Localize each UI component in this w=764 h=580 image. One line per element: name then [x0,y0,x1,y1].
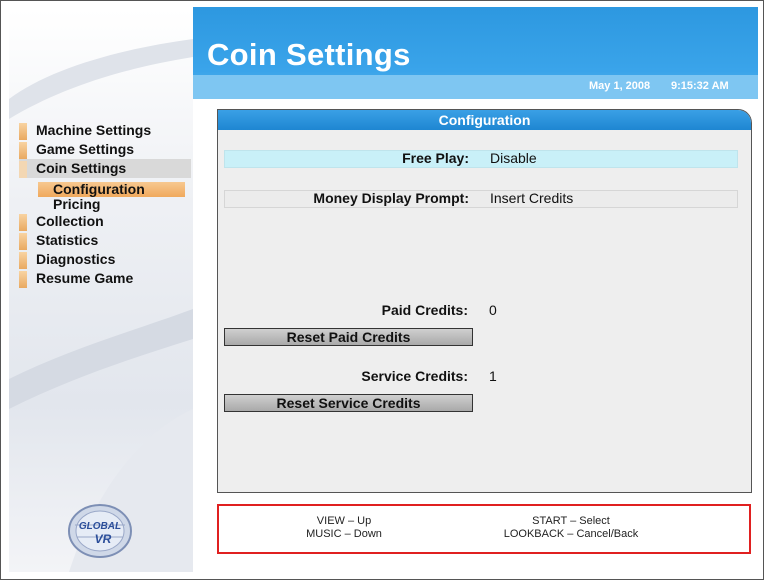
decorative-swoosh [9,39,193,572]
sidebar-item-collection[interactable]: Collection [19,212,191,231]
sidebar-item-resume-game[interactable]: Resume Game [19,269,191,288]
paid-credits-label: Paid Credits: [381,302,468,318]
sidebar-item-label: Game Settings [36,141,135,157]
global-vr-logo: GLOBAL VR [68,504,132,558]
nav-tab-marker [19,214,27,231]
date-bar: May 1, 2008 9:15:32 AM [193,75,758,99]
date-label: May 1, 2008 [589,80,651,92]
help-lookback-cancel: LOOKBACK – Cancel/Back [503,528,639,540]
sidebar-item-label: Diagnostics [36,251,116,267]
nav-tab-marker [19,271,27,288]
help-view-up: VIEW – Up [316,515,372,527]
header-banner: Coin Settings May 1, 2008 9:15:32 AM [193,7,758,99]
sidebar-subitem-label: Configuration [53,181,145,197]
service-credits-value: 1 [489,368,497,384]
sidebar-item-machine-settings[interactable]: Machine Settings [19,121,191,140]
panel-title: Configuration [218,110,751,130]
configuration-panel: Configuration Free Play: Disable Money D… [217,109,752,493]
help-column-right: START – Select LOOKBACK – Cancel/Back [471,515,671,541]
nav-tab-marker [19,252,27,269]
free-play-value: Disable [490,150,537,166]
help-column-left: VIEW – Up MUSIC – Down [279,515,409,541]
free-play-label: Free Play: [402,150,469,166]
money-display-prompt-row[interactable]: Money Display Prompt: Insert Credits [224,190,738,208]
free-play-row[interactable]: Free Play: Disable [224,150,738,168]
sidebar-item-statistics[interactable]: Statistics [19,231,191,250]
paid-credits-value: 0 [489,302,497,318]
sidebar-nav: Machine Settings Game Settings Coin Sett… [19,121,191,288]
sidebar-item-label: Coin Settings [36,160,127,176]
sidebar: Machine Settings Game Settings Coin Sett… [9,9,193,572]
nav-tab-marker [19,161,27,178]
sidebar-item-diagnostics[interactable]: Diagnostics [19,250,191,269]
svg-text:GLOBAL: GLOBAL [79,521,121,532]
time-label: 9:15:32 AM [671,80,729,92]
nav-tab-marker [19,123,27,140]
paid-credits-row: Paid Credits: 0 [224,302,736,320]
sidebar-item-label: Collection [36,213,104,229]
sidebar-item-coin-settings[interactable]: Coin Settings [19,159,191,178]
controls-help-box: VIEW – Up MUSIC – Down START – Select LO… [217,504,751,554]
page-title: Coin Settings [207,37,411,72]
nav-tab-marker [19,142,27,159]
sidebar-subitem-label: Pricing [53,196,101,212]
sidebar-subitem-configuration[interactable]: Configuration [38,182,185,197]
service-credits-row: Service Credits: 1 [224,368,736,386]
reset-paid-credits-button[interactable]: Reset Paid Credits [224,328,473,346]
sidebar-item-label: Resume Game [36,270,134,286]
nav-tab-marker [19,233,27,250]
screen-frame: Machine Settings Game Settings Coin Sett… [0,0,764,580]
help-start-select: START – Select [532,515,610,527]
svg-text:VR: VR [95,532,112,546]
sidebar-item-game-settings[interactable]: Game Settings [19,140,191,159]
sidebar-subitem-pricing[interactable]: Pricing [38,197,191,212]
help-music-down: MUSIC – Down [306,528,382,540]
reset-service-credits-button[interactable]: Reset Service Credits [224,394,473,412]
sidebar-item-label: Machine Settings [36,122,152,138]
money-display-prompt-label: Money Display Prompt: [313,190,469,206]
money-display-prompt-value: Insert Credits [490,190,574,206]
service-credits-label: Service Credits: [361,368,468,384]
sidebar-item-label: Statistics [36,232,99,248]
